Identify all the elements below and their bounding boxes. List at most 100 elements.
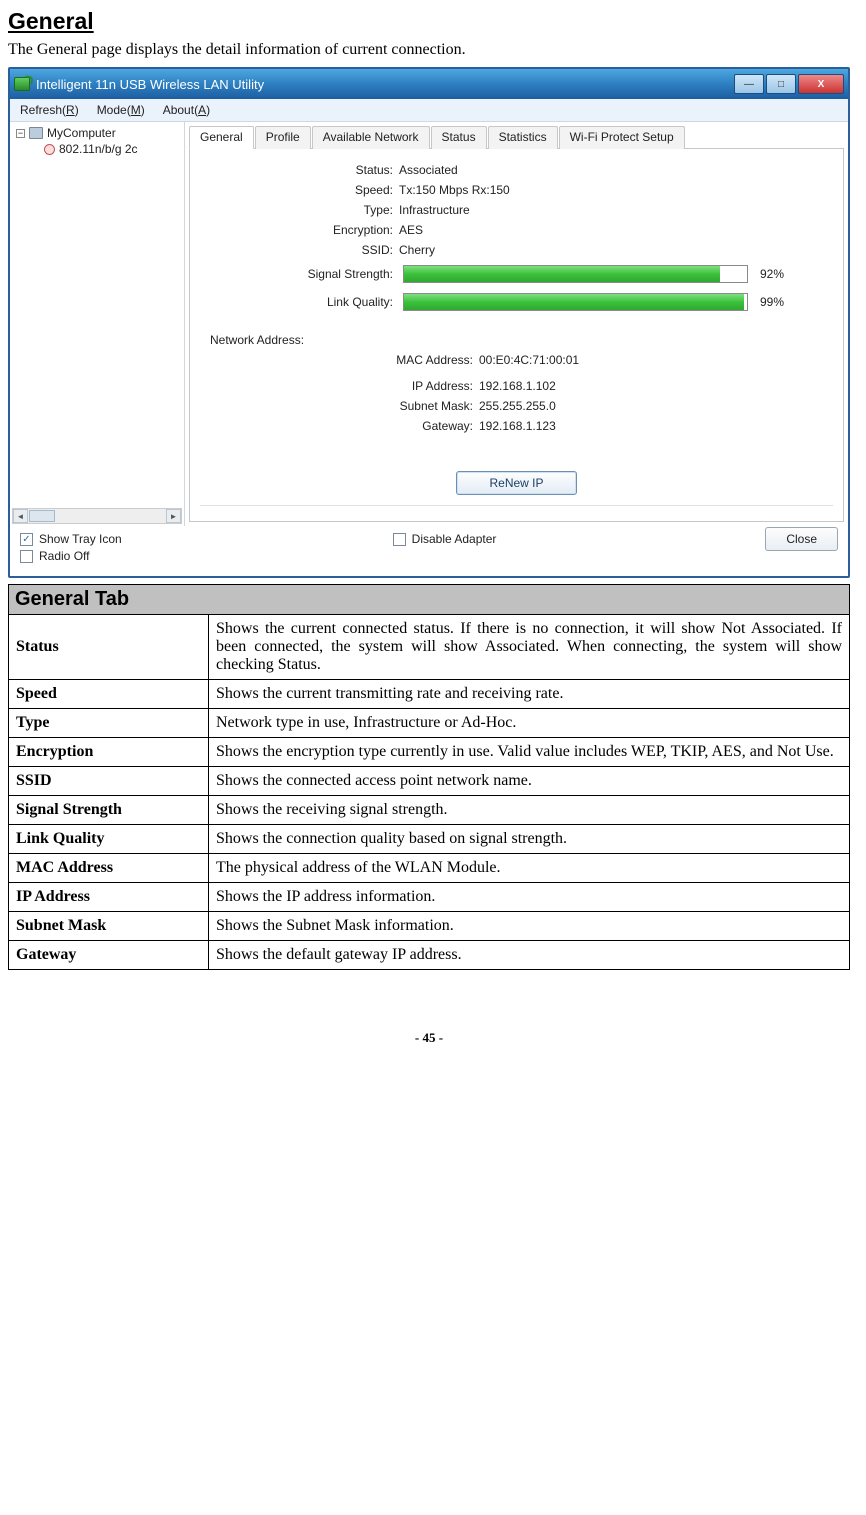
row-desc: Shows the current transmitting rate and … [209, 680, 850, 709]
checkbox-icon [393, 533, 406, 546]
adapter-icon [44, 144, 55, 155]
encryption-label: Encryption: [248, 223, 393, 237]
titlebar: Intelligent 11n USB Wireless LAN Utility… [10, 69, 848, 99]
status-label: Status: [248, 163, 393, 177]
status-value: Associated [399, 163, 458, 177]
scroll-left-icon[interactable]: ◄ [13, 509, 28, 523]
mask-value: 255.255.255.0 [479, 399, 556, 413]
mac-value: 00:E0:4C:71:00:01 [479, 353, 579, 367]
row-key: Subnet Mask [9, 912, 209, 941]
menu-about[interactable]: About(A) [163, 103, 210, 117]
tab-statistics[interactable]: Statistics [488, 126, 558, 149]
menu-refresh[interactable]: Refresh(R) [20, 103, 79, 117]
gateway-label: Gateway: [248, 419, 473, 433]
table-row: IP AddressShows the IP address informati… [9, 883, 850, 912]
gateway-value: 192.168.1.123 [479, 419, 556, 433]
main-pane: General Profile Available Network Status… [185, 122, 848, 526]
doc-table: General Tab StatusShows the current conn… [8, 584, 850, 970]
radio-off-label: Radio Off [39, 549, 89, 563]
tab-content: Status:Associated Speed:Tx:150 Mbps Rx:1… [189, 149, 844, 522]
row-key: Encryption [9, 738, 209, 767]
table-row: EncryptionShows the encryption type curr… [9, 738, 850, 767]
checkbox-show-tray[interactable]: ✓ Show Tray Icon [20, 532, 393, 546]
app-window: Intelligent 11n USB Wireless LAN Utility… [8, 67, 850, 578]
row-key: Speed [9, 680, 209, 709]
network-address-label: Network Address: [210, 333, 835, 347]
row-key: Signal Strength [9, 796, 209, 825]
row-key: IP Address [9, 883, 209, 912]
row-key: Type [9, 709, 209, 738]
close-window-button[interactable]: X [798, 74, 844, 94]
table-row: Subnet MaskShows the Subnet Mask informa… [9, 912, 850, 941]
speed-label: Speed: [248, 183, 393, 197]
tree-root-label: MyComputer [47, 126, 116, 140]
tab-wps[interactable]: Wi-Fi Protect Setup [559, 126, 685, 149]
minimize-button[interactable]: — [734, 74, 764, 94]
signal-strength-label: Signal Strength: [198, 267, 393, 281]
tab-available-network[interactable]: Available Network [312, 126, 430, 149]
row-desc: Shows the current connected status. If t… [209, 615, 850, 680]
signal-strength-bar [403, 265, 748, 283]
row-key: SSID [9, 767, 209, 796]
type-label: Type: [248, 203, 393, 217]
signal-strength-fill [404, 266, 720, 282]
menu-mode[interactable]: Mode(M) [97, 103, 145, 117]
tree-root[interactable]: − MyComputer [16, 126, 178, 140]
row-desc: Shows the default gateway IP address. [209, 941, 850, 970]
renew-ip-button[interactable]: ReNew IP [456, 471, 576, 495]
scroll-thumb[interactable] [29, 510, 55, 522]
table-row: SpeedShows the current transmitting rate… [9, 680, 850, 709]
maximize-button[interactable]: □ [766, 74, 796, 94]
app-icon [14, 77, 30, 91]
link-quality-bar [403, 293, 748, 311]
checkbox-radio-off[interactable]: Radio Off [20, 549, 393, 563]
close-button[interactable]: Close [765, 527, 838, 551]
tree-child-label: 802.11n/b/g 2c [59, 142, 138, 156]
row-key: Link Quality [9, 825, 209, 854]
checkbox-icon: ✓ [20, 533, 33, 546]
doc-table-header: General Tab [9, 585, 850, 615]
encryption-value: AES [399, 223, 423, 237]
tree-child[interactable]: 802.11n/b/g 2c [16, 142, 178, 156]
row-desc: The physical address of the WLAN Module. [209, 854, 850, 883]
row-desc: Shows the connection quality based on si… [209, 825, 850, 854]
table-row: MAC AddressThe physical address of the W… [9, 854, 850, 883]
signal-strength-pct: 92% [760, 267, 784, 281]
ip-value: 192.168.1.102 [479, 379, 556, 393]
link-quality-label: Link Quality: [198, 295, 393, 309]
table-row: TypeNetwork type in use, Infrastructure … [9, 709, 850, 738]
table-row: Link QualityShows the connection quality… [9, 825, 850, 854]
type-value: Infrastructure [399, 203, 470, 217]
table-row: SSIDShows the connected access point net… [9, 767, 850, 796]
ssid-label: SSID: [248, 243, 393, 257]
table-row: GatewayShows the default gateway IP addr… [9, 941, 850, 970]
row-desc: Shows the encryption type currently in u… [209, 738, 850, 767]
row-key: Status [9, 615, 209, 680]
page-title: General [8, 8, 850, 35]
tab-status[interactable]: Status [431, 126, 487, 149]
mac-label: MAC Address: [248, 353, 473, 367]
ip-label: IP Address: [248, 379, 473, 393]
checkbox-disable-adapter[interactable]: Disable Adapter [393, 532, 766, 546]
menubar: Refresh(R) Mode(M) About(A) [10, 99, 848, 122]
bottom-row: ✓ Show Tray Icon Radio Off Disable Adapt… [10, 526, 848, 576]
tree-toggle-icon[interactable]: − [16, 129, 25, 138]
row-desc: Shows the IP address information. [209, 883, 850, 912]
row-key: Gateway [9, 941, 209, 970]
divider [200, 505, 833, 507]
row-key: MAC Address [9, 854, 209, 883]
row-desc: Network type in use, Infrastructure or A… [209, 709, 850, 738]
computer-icon [29, 127, 43, 139]
tab-general[interactable]: General [189, 126, 254, 149]
disable-adapter-label: Disable Adapter [412, 532, 497, 546]
tabs: General Profile Available Network Status… [189, 122, 844, 149]
table-row: Signal StrengthShows the receiving signa… [9, 796, 850, 825]
window-title: Intelligent 11n USB Wireless LAN Utility [36, 77, 264, 92]
table-row: StatusShows the current connected status… [9, 615, 850, 680]
tree-hscrollbar[interactable]: ◄ ► [12, 508, 182, 524]
scroll-right-icon[interactable]: ► [166, 509, 181, 523]
row-desc: Shows the receiving signal strength. [209, 796, 850, 825]
tab-profile[interactable]: Profile [255, 126, 311, 149]
tree-pane: − MyComputer 802.11n/b/g 2c ◄ ► [10, 122, 185, 526]
checkbox-icon [20, 550, 33, 563]
